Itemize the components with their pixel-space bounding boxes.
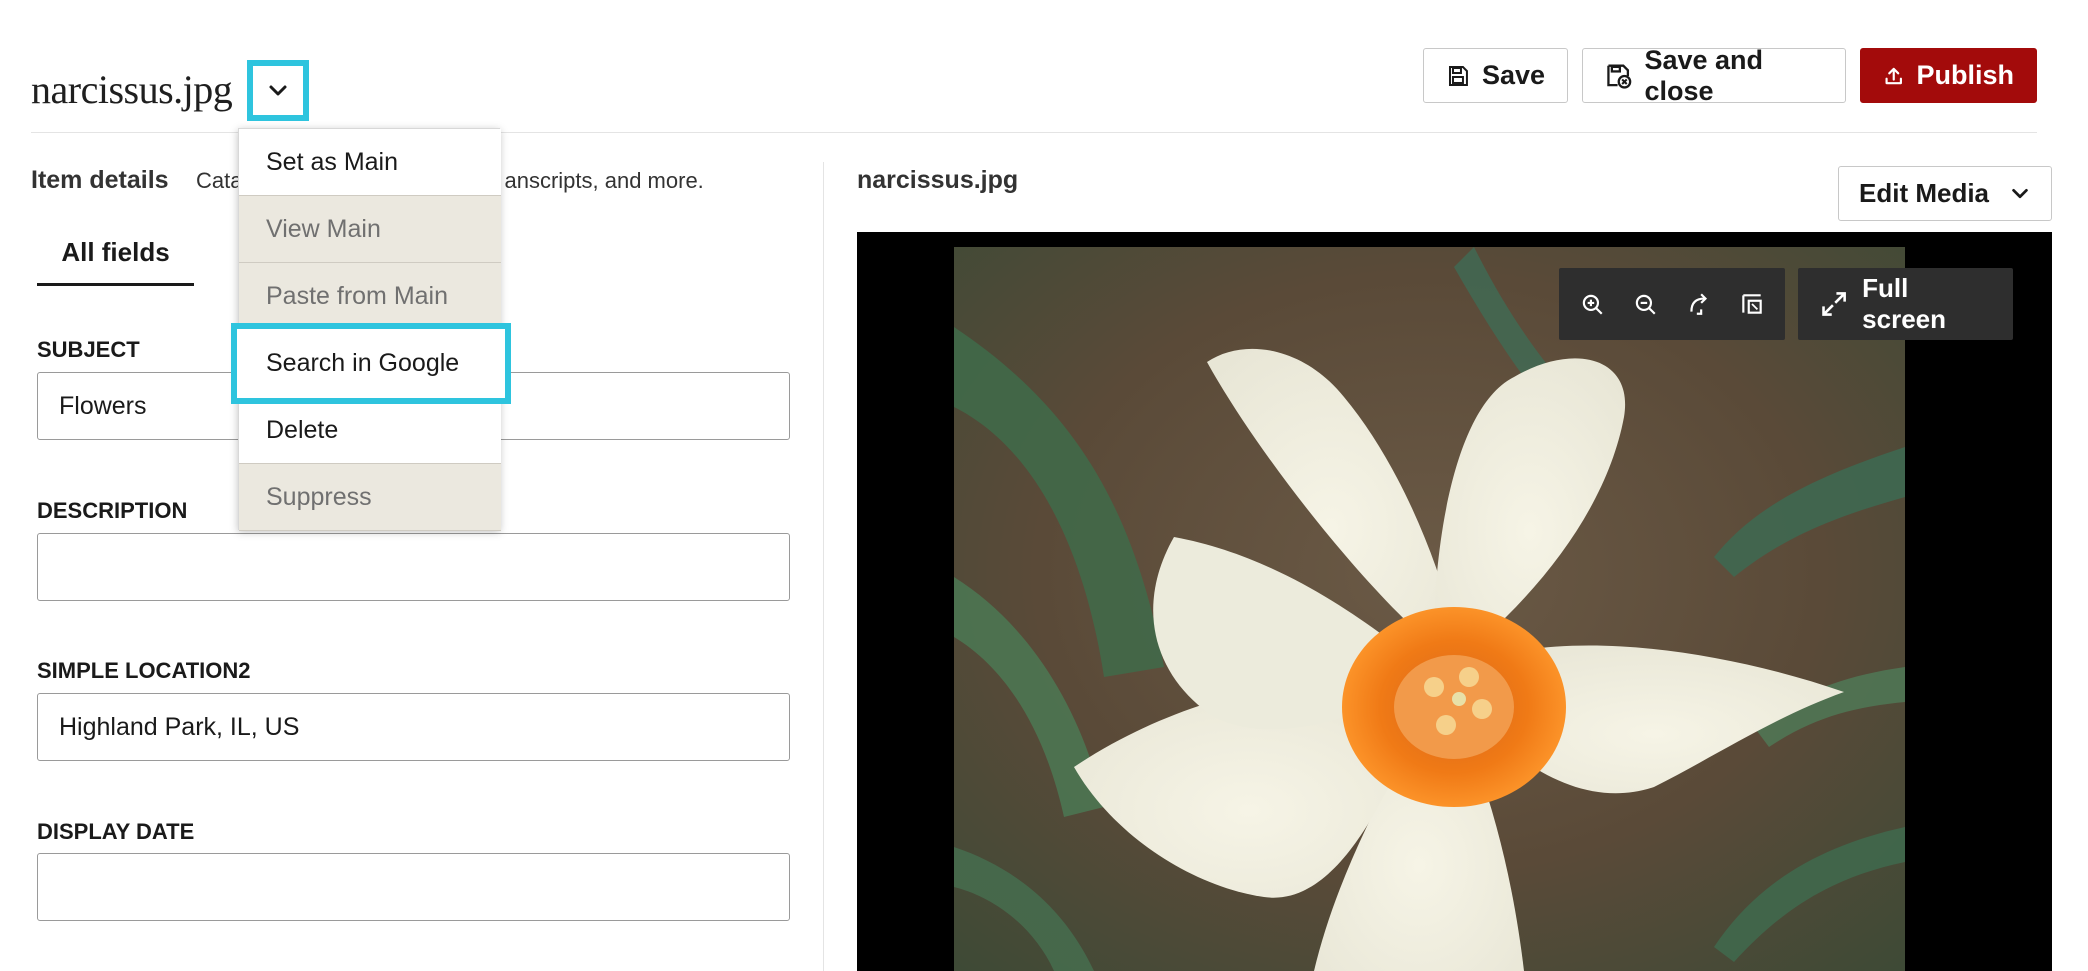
title-dropdown-menu: Set as Main View Main Paste from Main Se… <box>231 128 511 531</box>
menu-item-set-as-main[interactable]: Set as Main <box>239 129 501 196</box>
display-date-field[interactable] <box>37 853 790 921</box>
tab-all-fields[interactable]: All fields <box>37 234 194 286</box>
zoom-in-icon <box>1582 294 1603 315</box>
zoom-out-button[interactable] <box>1625 284 1665 324</box>
full-screen-label: Full screen <box>1862 273 1946 334</box>
simple-location-label: SIMPLE LOCATION2 <box>37 658 251 683</box>
save-close-label: Save and close <box>1644 44 1764 106</box>
publish-label: Publish <box>1916 60 2014 90</box>
save-button[interactable]: Save <box>1423 48 1568 103</box>
subject-label: SUBJECT <box>37 337 140 362</box>
edit-media-button[interactable]: Edit Media <box>1838 166 2052 221</box>
menu-item-paste-from-main: Paste from Main <box>239 263 501 330</box>
rotate-button[interactable] <box>1679 284 1719 324</box>
media-viewer[interactable] <box>857 232 2052 971</box>
page-title: narcissus.jpg <box>31 67 233 112</box>
save-label: Save <box>1481 60 1545 90</box>
rotate-icon <box>1690 293 1707 315</box>
save-and-close-button[interactable]: Save and close <box>1582 45 1846 106</box>
zoom-in-button[interactable] <box>1572 284 1612 324</box>
full-screen-button[interactable]: Full screen <box>1798 268 2013 340</box>
fit-icon <box>1742 294 1762 314</box>
fit-button[interactable] <box>1732 284 1772 324</box>
zoom-out-icon <box>1636 294 1656 315</box>
narcissus-photo <box>954 247 1905 971</box>
header-actions: Save Save and close Publish <box>1423 45 2037 106</box>
media-filename: narcissus.jpg <box>857 166 1019 194</box>
description-field[interactable] <box>37 533 790 601</box>
menu-item-view-main: View Main <box>239 196 501 263</box>
publish-button[interactable]: Publish <box>1860 48 2037 103</box>
item-details-description-end: anscripts, and more. <box>504 168 704 193</box>
menu-item-suppress: Suppress <box>239 464 501 531</box>
display-date-label: DISPLAY DATE <box>37 819 195 844</box>
edit-media-label: Edit Media <box>1859 178 1990 208</box>
viewer-toolbar <box>1559 268 1785 340</box>
chevron-down-icon <box>269 85 287 95</box>
item-details-description-start: Cata <box>196 168 243 193</box>
chevron-down-icon <box>2012 188 2028 198</box>
panel-divider <box>823 162 824 971</box>
item-details-heading: Item details <box>31 166 169 194</box>
save-icon <box>1448 65 1468 86</box>
expand-icon <box>1822 292 1846 316</box>
menu-item-search-in-google[interactable]: Search in Google <box>231 323 511 404</box>
menu-item-delete[interactable]: Delete <box>239 397 501 464</box>
description-label: DESCRIPTION <box>37 498 188 523</box>
title-menu-toggle[interactable] <box>247 60 309 121</box>
simple-location-field[interactable] <box>37 693 790 761</box>
upload-icon <box>1885 67 1902 84</box>
save-close-icon <box>1607 64 1632 89</box>
